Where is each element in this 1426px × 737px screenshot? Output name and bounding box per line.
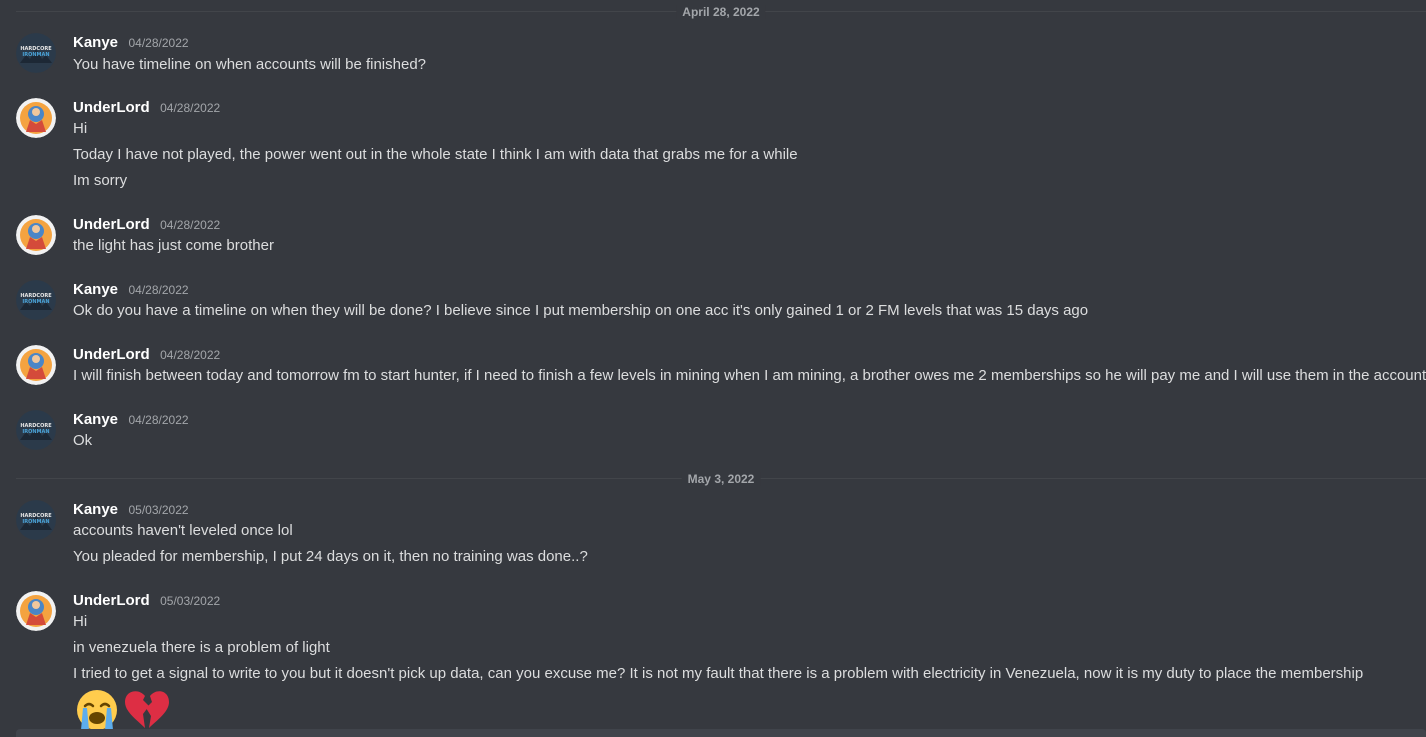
svg-text:IRONMAN: IRONMAN: [22, 519, 49, 525]
svg-text:IRONMAN: IRONMAN: [22, 52, 49, 58]
avatar-kanye[interactable]: HARDCORE IRONMAN: [16, 410, 56, 450]
svg-text:IRONMAN: IRONMAN: [22, 429, 49, 435]
date-divider: May 3, 2022: [16, 472, 1426, 486]
avatar-underlord[interactable]: [16, 98, 56, 138]
timestamp[interactable]: 04/28/2022: [160, 348, 220, 362]
message-text: Hi: [73, 613, 88, 630]
message-text: You have timeline on when accounts will …: [73, 56, 427, 73]
broken-heart-icon[interactable]: [123, 688, 171, 735]
avatar-kanye[interactable]: HARDCORE IRONMAN: [16, 280, 56, 320]
username[interactable]: Kanye: [73, 34, 118, 51]
username[interactable]: Kanye: [73, 411, 118, 428]
timestamp[interactable]: 04/28/2022: [160, 218, 220, 232]
message-input-edge: [16, 729, 1426, 737]
message-text: in venezuela there is a problem of light: [73, 639, 330, 656]
message-text: Im sorry: [73, 172, 128, 189]
timestamp[interactable]: 05/03/2022: [160, 594, 220, 608]
timestamp[interactable]: 04/28/2022: [128, 413, 188, 427]
avatar-kanye[interactable]: HARDCORE IRONMAN: [16, 500, 56, 540]
message-text: You pleaded for membership, I put 24 day…: [73, 548, 588, 565]
message-text: Hi: [73, 120, 88, 137]
svg-text:IRONMAN: IRONMAN: [22, 299, 49, 305]
username[interactable]: UnderLord: [73, 99, 150, 116]
message-text: Ok do you have a timeline on when they w…: [73, 302, 1089, 319]
avatar-underlord[interactable]: [16, 591, 56, 631]
loudly-crying-face-icon[interactable]: [73, 688, 121, 735]
message-text: Ok: [73, 432, 93, 449]
message-text: accounts haven't leveled once lol: [73, 522, 293, 539]
date-divider-label: April 28, 2022: [676, 5, 766, 19]
timestamp[interactable]: 04/28/2022: [128, 283, 188, 297]
username[interactable]: Kanye: [73, 281, 118, 298]
username[interactable]: Kanye: [73, 501, 118, 518]
date-divider-label: May 3, 2022: [681, 472, 761, 486]
message-text: the light has just come brother: [73, 237, 274, 254]
username[interactable]: UnderLord: [73, 216, 150, 233]
avatar-kanye[interactable]: HARDCORE IRONMAN: [16, 33, 56, 73]
date-divider: April 28, 2022: [16, 5, 1426, 19]
avatar-underlord[interactable]: [16, 345, 56, 385]
username[interactable]: UnderLord: [73, 592, 150, 609]
avatar-underlord[interactable]: [16, 215, 56, 255]
message-text: I will finish between today and tomorrow…: [73, 367, 1426, 384]
message-text: Today I have not played, the power went …: [73, 146, 798, 163]
username[interactable]: UnderLord: [73, 346, 150, 363]
message-text: I tried to get a signal to write to you …: [73, 665, 1364, 682]
timestamp[interactable]: 05/03/2022: [128, 503, 188, 517]
emoji-row: [73, 688, 171, 735]
timestamp[interactable]: 04/28/2022: [128, 36, 188, 50]
timestamp[interactable]: 04/28/2022: [160, 101, 220, 115]
